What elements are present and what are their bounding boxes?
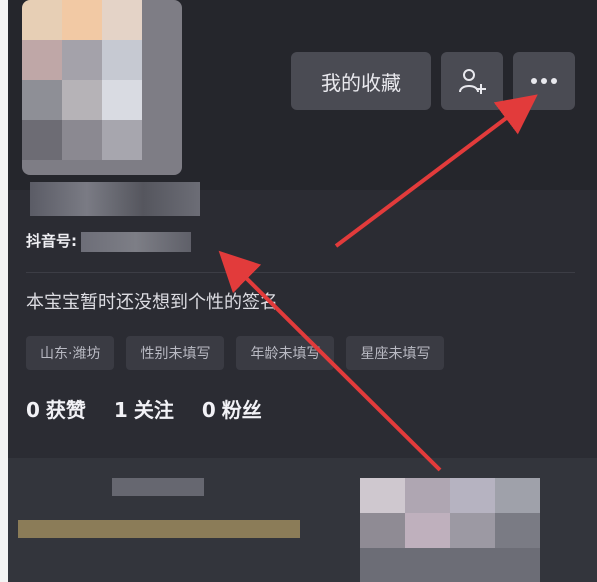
- blurred-text: [112, 478, 204, 496]
- following-count: 1: [113, 398, 128, 422]
- stat-likes[interactable]: 0 获赞: [26, 394, 86, 423]
- following-label: 关注: [133, 398, 174, 422]
- add-friend-button[interactable]: [441, 52, 503, 110]
- tag-zodiac[interactable]: 星座未填写: [346, 336, 445, 370]
- stat-following[interactable]: 1 关注: [114, 394, 174, 423]
- stats-row: 0 获赞 1 关注 0 粉丝: [26, 394, 262, 423]
- douyin-id-row: 抖音号:: [26, 230, 191, 252]
- followers-label: 粉丝: [221, 398, 262, 422]
- douyin-id-label: 抖音号:: [26, 232, 77, 250]
- stat-followers[interactable]: 0 粉丝: [202, 394, 262, 423]
- top-actions: 我的收藏: [291, 52, 575, 110]
- douyin-id-blurred: [81, 231, 191, 252]
- username-blurred: [30, 182, 200, 216]
- tag-list: 山东·潍坊 性别未填写 年龄未填写 星座未填写: [26, 336, 445, 370]
- likes-count: 0: [26, 398, 40, 422]
- favorites-label: 我的收藏: [321, 70, 401, 95]
- divider: [26, 272, 575, 273]
- more-dots-icon: [529, 76, 559, 86]
- blurred-bar: [18, 520, 300, 538]
- tag-age[interactable]: 年龄未填写: [236, 336, 335, 370]
- followers-count: 0: [201, 398, 216, 422]
- avatar[interactable]: [22, 0, 182, 175]
- tag-location[interactable]: 山东·潍坊: [26, 336, 115, 370]
- favorites-button[interactable]: 我的收藏: [291, 52, 431, 110]
- tag-gender[interactable]: 性别未填写: [126, 336, 225, 370]
- likes-label: 获赞: [45, 398, 86, 422]
- left-edge: [0, 0, 8, 582]
- signature[interactable]: 本宝宝暂时还没想到个性的签名: [26, 288, 278, 314]
- add-user-icon: [457, 66, 487, 96]
- more-button[interactable]: [513, 52, 575, 110]
- blurred-image: [360, 478, 540, 582]
